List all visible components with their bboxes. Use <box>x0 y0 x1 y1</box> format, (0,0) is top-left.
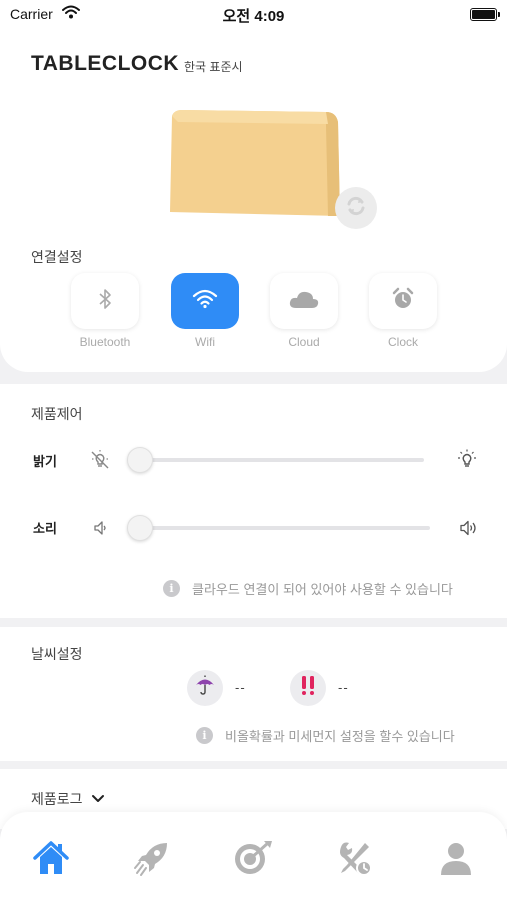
weather-section-title: 날씨설정 <box>31 646 83 662</box>
status-bar: Carrier 오전 4:09 <box>0 0 507 30</box>
bluetooth-label: Bluetooth <box>79 335 131 349</box>
refresh-button[interactable] <box>335 187 377 229</box>
rain-probability-button[interactable] <box>187 670 223 706</box>
fine-dust-value: -- <box>338 680 349 695</box>
tab-target[interactable] <box>233 840 273 880</box>
alarm-clock-icon <box>391 287 415 316</box>
brightness-label: 밝기 <box>33 454 57 469</box>
cloud-info-note: i 클라우드 연결이 되어 있어야 사용할 수 있습니다 <box>163 579 453 598</box>
bluetooth-button[interactable] <box>71 273 139 329</box>
device-image <box>168 108 342 223</box>
cloud-info-text: 클라우드 연결이 되어 있어야 사용할 수 있습니다 <box>192 582 453 597</box>
cloud-icon <box>288 289 320 314</box>
clock-button[interactable] <box>369 273 437 329</box>
product-control-section: 제품제어 밝기 소리 i 클라우드 연결이 되어 있어야 사용할 수 있습니다 <box>0 384 507 618</box>
wifi-label: Wifi <box>195 335 215 349</box>
bottom-tab-bar <box>0 812 507 900</box>
tab-home[interactable] <box>31 840 71 880</box>
tab-tools[interactable] <box>335 840 375 880</box>
battery-icon <box>470 8 500 21</box>
bluetooth-icon <box>98 288 112 315</box>
product-log-title: 제품로그 <box>31 791 83 807</box>
weather-info-note: i 비올확률과 미세먼지 설정을 할수 있습니다 <box>196 726 455 745</box>
volume-low-icon <box>93 520 109 541</box>
umbrella-icon <box>194 674 216 702</box>
clock-label: Clock <box>387 335 418 349</box>
timezone-label: 한국 표준시 <box>184 60 243 74</box>
brightness-off-icon <box>89 449 111 476</box>
device-card: TABLECLOCK 한국 표준시 연결설정 Bluetooth Wifi Cl… <box>0 30 507 372</box>
connection-section-title: 연결설정 <box>31 249 83 265</box>
rain-probability-value: -- <box>235 680 246 695</box>
wifi-icon <box>192 289 218 314</box>
brightness-slider-thumb[interactable] <box>127 447 153 473</box>
product-log-toggle[interactable]: 제품로그 <box>31 789 105 809</box>
target-icon <box>232 839 274 882</box>
brightness-on-icon <box>456 449 478 476</box>
control-section-title: 제품제어 <box>31 406 83 422</box>
weather-settings-section: 날씨설정 -- -- i 비올확률과 미세먼지 설정을 할수 있습니다 <box>0 627 507 761</box>
wifi-button[interactable] <box>171 273 239 329</box>
info-icon: i <box>196 727 213 744</box>
cloud-label: Cloud <box>288 335 320 349</box>
home-icon <box>32 840 70 881</box>
user-icon <box>438 840 474 881</box>
sound-slider-track[interactable] <box>141 526 430 530</box>
brightness-slider-track[interactable] <box>141 458 424 462</box>
tab-profile[interactable] <box>436 840 476 880</box>
rocket-icon <box>133 839 171 882</box>
refresh-icon <box>344 194 368 223</box>
info-icon: i <box>163 580 180 597</box>
volume-high-icon <box>459 519 479 542</box>
tools-icon <box>335 839 375 882</box>
cloud-button[interactable] <box>270 273 338 329</box>
weather-info-text: 비올확률과 미세먼지 설정을 할수 있습니다 <box>225 729 455 744</box>
sound-label: 소리 <box>33 521 57 536</box>
sound-slider-thumb[interactable] <box>127 515 153 541</box>
fine-dust-button[interactable] <box>290 670 326 706</box>
tab-rocket[interactable] <box>132 840 172 880</box>
double-exclamation-icon <box>298 674 318 702</box>
status-time: 오전 4:09 <box>222 8 285 25</box>
chevron-down-icon <box>91 791 105 807</box>
page-title: TABLECLOCK <box>31 52 180 75</box>
